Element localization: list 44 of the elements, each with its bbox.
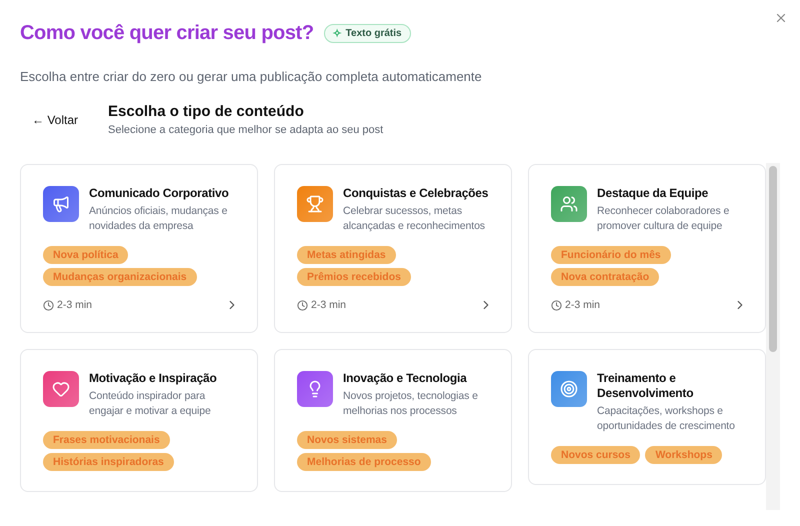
tag: Novos sistemas — [297, 431, 397, 449]
card-title: Comunicado Corporativo — [89, 186, 230, 201]
tag: Nova política — [43, 246, 128, 264]
tag: Metas atingidas — [297, 246, 396, 264]
card-description: Reconhecer colaboradores e promover cultura de equipe — [597, 204, 730, 233]
tag: Prêmios recebidos — [297, 268, 411, 286]
duration-text: 2-3 min — [311, 299, 346, 311]
back-button[interactable]: ← Voltar — [28, 107, 82, 133]
category-card[interactable]: Destaque da Equipe Reconhecer colaboradores e promover cultura de equipe Funcionário do mês Nova contratação 2-3 min — [528, 164, 766, 333]
card-title: Inovação e Tecnologia — [343, 371, 468, 386]
dialog-title: Como você quer criar seu post? — [20, 22, 314, 45]
card-description: Celebrar sucessos, metas alcançadas e reconhecimentos — [343, 204, 486, 233]
free-text-badge: ✧ Texto grátis — [324, 24, 411, 43]
category-card[interactable]: Comunicado Corporativo Anúncios oficiais, mudanças e novidades da empresa Nova política Mudanças organizacionais 2-3 min — [20, 164, 258, 333]
category-card[interactable]: Inovação e Tecnologia Novos projetos, tecnologias e melhorias nos processos Novos sistemas Melhorias de processo — [274, 349, 512, 492]
tag: Frases motivacionais — [43, 431, 170, 449]
card-title: Treinamento e Desenvolvimento — [597, 371, 694, 401]
dialog-subtitle: Escolha entre criar do zero ou gerar uma publicação completa automaticamente — [20, 69, 483, 84]
tag: Histórias inspiradoras — [43, 453, 174, 471]
section-title: Escolha o tipo de conteúdo — [108, 103, 305, 120]
tag: Novos cursos — [551, 446, 640, 464]
card-description: Anúncios oficiais, mudanças e novidades da empresa — [89, 204, 228, 233]
section-subtitle: Selecione a categoria que melhor se adapta ao seu post — [108, 124, 384, 136]
tag: Mudanças organizacionais — [43, 268, 197, 286]
tag: Melhorias de processo — [297, 453, 431, 471]
clock-icon — [297, 300, 308, 310]
card-description: Conteúdo inspirador para engajar e motivar a equipe — [89, 389, 212, 418]
card-title: Motivação e Inspiração — [89, 371, 218, 386]
category-card[interactable]: Conquistas e Celebrações Celebrar sucessos, metas alcançadas e reconhecimentos Metas atingidas Prêmios recebidos 2-3 min — [274, 164, 512, 333]
tag: Funcionário do mês — [551, 246, 671, 264]
duration-text: 2-3 min — [565, 299, 600, 311]
duration-text: 2-3 min — [57, 299, 92, 311]
clock-icon — [43, 300, 54, 310]
scrollbar-thumb[interactable] — [769, 166, 777, 352]
card-description: Capacitações, workshops e oportunidades de crescimento — [597, 404, 736, 433]
category-card[interactable]: Treinamento e Desenvolvimento Capacitações, workshops e oportunidades de crescimento Novos cursos Workshops — [528, 349, 766, 485]
category-card[interactable]: Motivação e Inspiração Conteúdo inspirador para engajar e motivar a equipe Frases motivacionais Histórias inspiradoras — [20, 349, 258, 492]
card-title: Conquistas e Celebrações — [343, 186, 490, 201]
close-icon[interactable] — [774, 11, 788, 25]
card-description: Novos projetos, tecnologias e melhorias nos processos — [343, 389, 479, 418]
card-title: Destaque da Equipe — [597, 186, 710, 201]
clock-icon — [551, 300, 562, 310]
tag: Nova contratação — [551, 268, 660, 286]
tag: Workshops — [645, 446, 722, 464]
